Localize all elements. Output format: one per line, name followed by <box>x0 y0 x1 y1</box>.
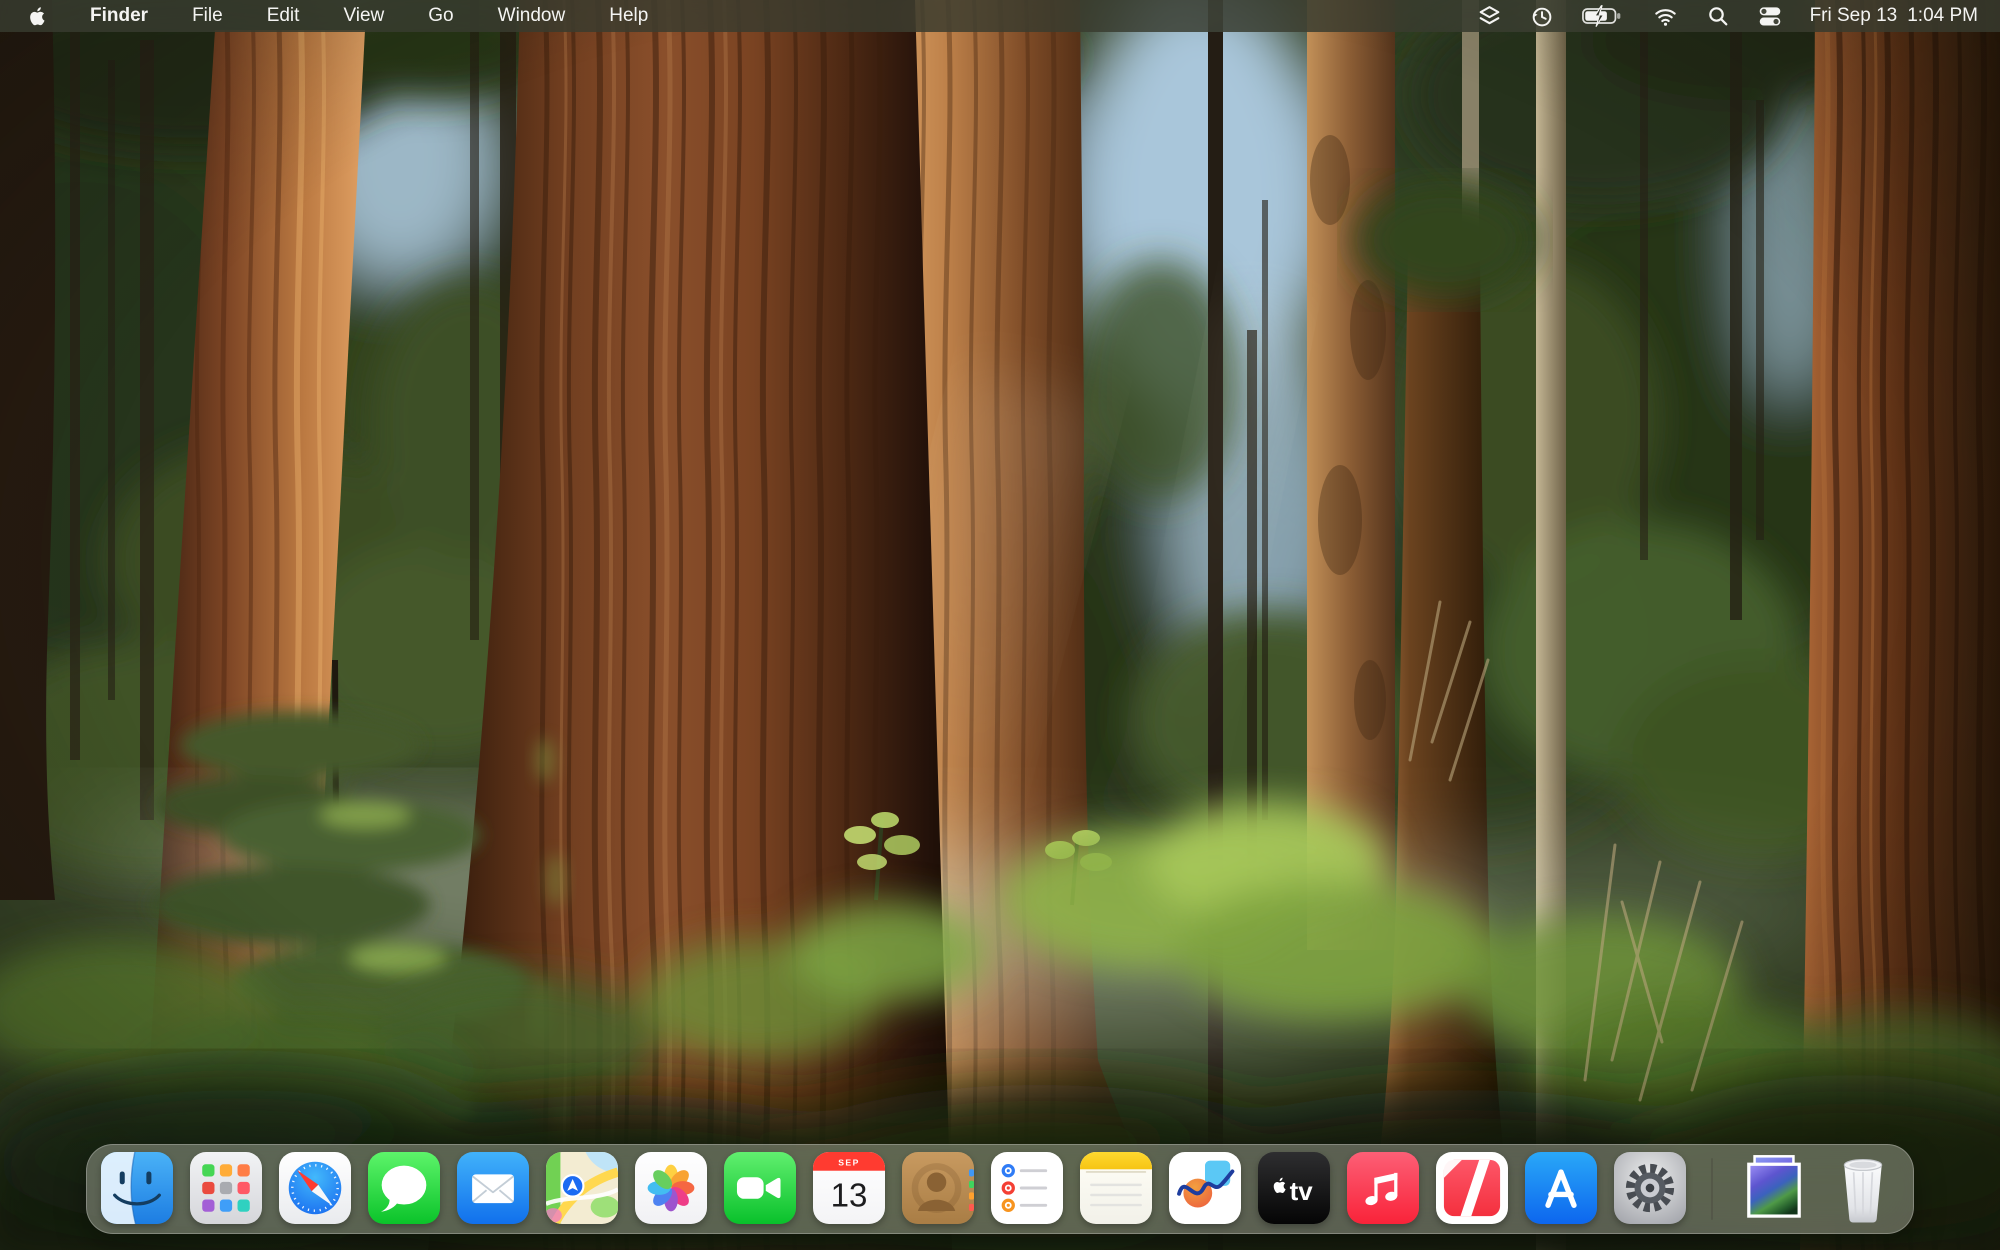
battery-charging-icon[interactable] <box>1581 0 1625 32</box>
dock-item-contacts[interactable] <box>902 1152 974 1224</box>
music-icon <box>1347 1152 1419 1224</box>
control-center-icon[interactable] <box>1757 0 1783 32</box>
dock-item-launchpad[interactable] <box>190 1152 262 1224</box>
reminders-icon <box>991 1152 1063 1224</box>
dock-item-app-store[interactable] <box>1525 1152 1597 1224</box>
notes-icon <box>1080 1152 1152 1224</box>
launchpad-icon <box>190 1152 262 1224</box>
desktop: Finder File Edit View Go Window Help <box>0 0 2000 1250</box>
menu-clock-date: Fri Sep 13 <box>1810 5 1898 27</box>
calendar-icon: SEP 13 <box>813 1152 885 1224</box>
dock-container: SEP 13 <box>0 1144 2000 1234</box>
dock-item-tv[interactable]: tv <box>1258 1152 1330 1224</box>
dock-item-music[interactable] <box>1347 1152 1419 1224</box>
menu-item-file[interactable]: File <box>192 0 223 32</box>
dock-item-calendar[interactable]: SEP 13 <box>813 1152 885 1224</box>
contacts-icon <box>902 1152 974 1224</box>
trash-icon <box>1827 1152 1899 1224</box>
photos-icon <box>635 1152 707 1224</box>
freeform-icon <box>1169 1152 1241 1224</box>
time-machine-icon[interactable] <box>1529 0 1554 32</box>
menu-item-view[interactable]: View <box>343 0 384 32</box>
dock-item-system-settings[interactable] <box>1614 1152 1686 1224</box>
maps-icon <box>546 1152 618 1224</box>
dock: SEP 13 <box>86 1144 1914 1234</box>
wallpaper-sequoia-forest <box>0 0 2000 1250</box>
dock-item-facetime[interactable] <box>724 1152 796 1224</box>
wifi-icon[interactable] <box>1652 0 1679 32</box>
menu-item-go[interactable]: Go <box>428 0 453 32</box>
photo-stack-icon <box>1738 1152 1810 1224</box>
app-store-icon <box>1525 1152 1597 1224</box>
menu-bar: Finder File Edit View Go Window Help <box>0 0 2000 32</box>
menu-item-edit[interactable]: Edit <box>267 0 300 32</box>
dock-item-reminders[interactable] <box>991 1152 1063 1224</box>
dock-divider <box>1711 1158 1713 1220</box>
dock-item-finder[interactable] <box>101 1152 173 1224</box>
dock-item-messages[interactable] <box>368 1152 440 1224</box>
system-settings-icon <box>1614 1152 1686 1224</box>
stack-icon[interactable] <box>1477 0 1502 32</box>
apple-tv-icon: tv <box>1258 1152 1330 1224</box>
dock-item-mail[interactable] <box>457 1152 529 1224</box>
dock-item-safari[interactable] <box>279 1152 351 1224</box>
messages-icon <box>368 1152 440 1224</box>
mail-icon <box>457 1152 529 1224</box>
dock-item-trash[interactable] <box>1827 1152 1899 1224</box>
dock-item-news[interactable] <box>1436 1152 1508 1224</box>
menu-item-help[interactable]: Help <box>609 0 648 32</box>
safari-icon <box>279 1152 351 1224</box>
spotlight-search-icon[interactable] <box>1706 0 1730 32</box>
calendar-day-label: 13 <box>831 1178 868 1215</box>
dock-item-freeform[interactable] <box>1169 1152 1241 1224</box>
tv-label: tv <box>1290 1178 1314 1206</box>
facetime-icon <box>724 1152 796 1224</box>
menu-app-name[interactable]: Finder <box>90 0 148 32</box>
dock-item-notes[interactable] <box>1080 1152 1152 1224</box>
apple-logo-icon[interactable] <box>26 0 46 32</box>
news-icon <box>1436 1152 1508 1224</box>
calendar-month-label: SEP <box>838 1157 860 1167</box>
dock-item-maps[interactable] <box>546 1152 618 1224</box>
menu-clock-time: 1:04 PM <box>1907 5 1978 27</box>
dock-item-photos[interactable] <box>635 1152 707 1224</box>
menu-item-window[interactable]: Window <box>498 0 566 32</box>
dock-item-photo-stack[interactable] <box>1738 1152 1810 1224</box>
menu-clock[interactable]: Fri Sep 13 1:04 PM <box>1810 5 1978 27</box>
